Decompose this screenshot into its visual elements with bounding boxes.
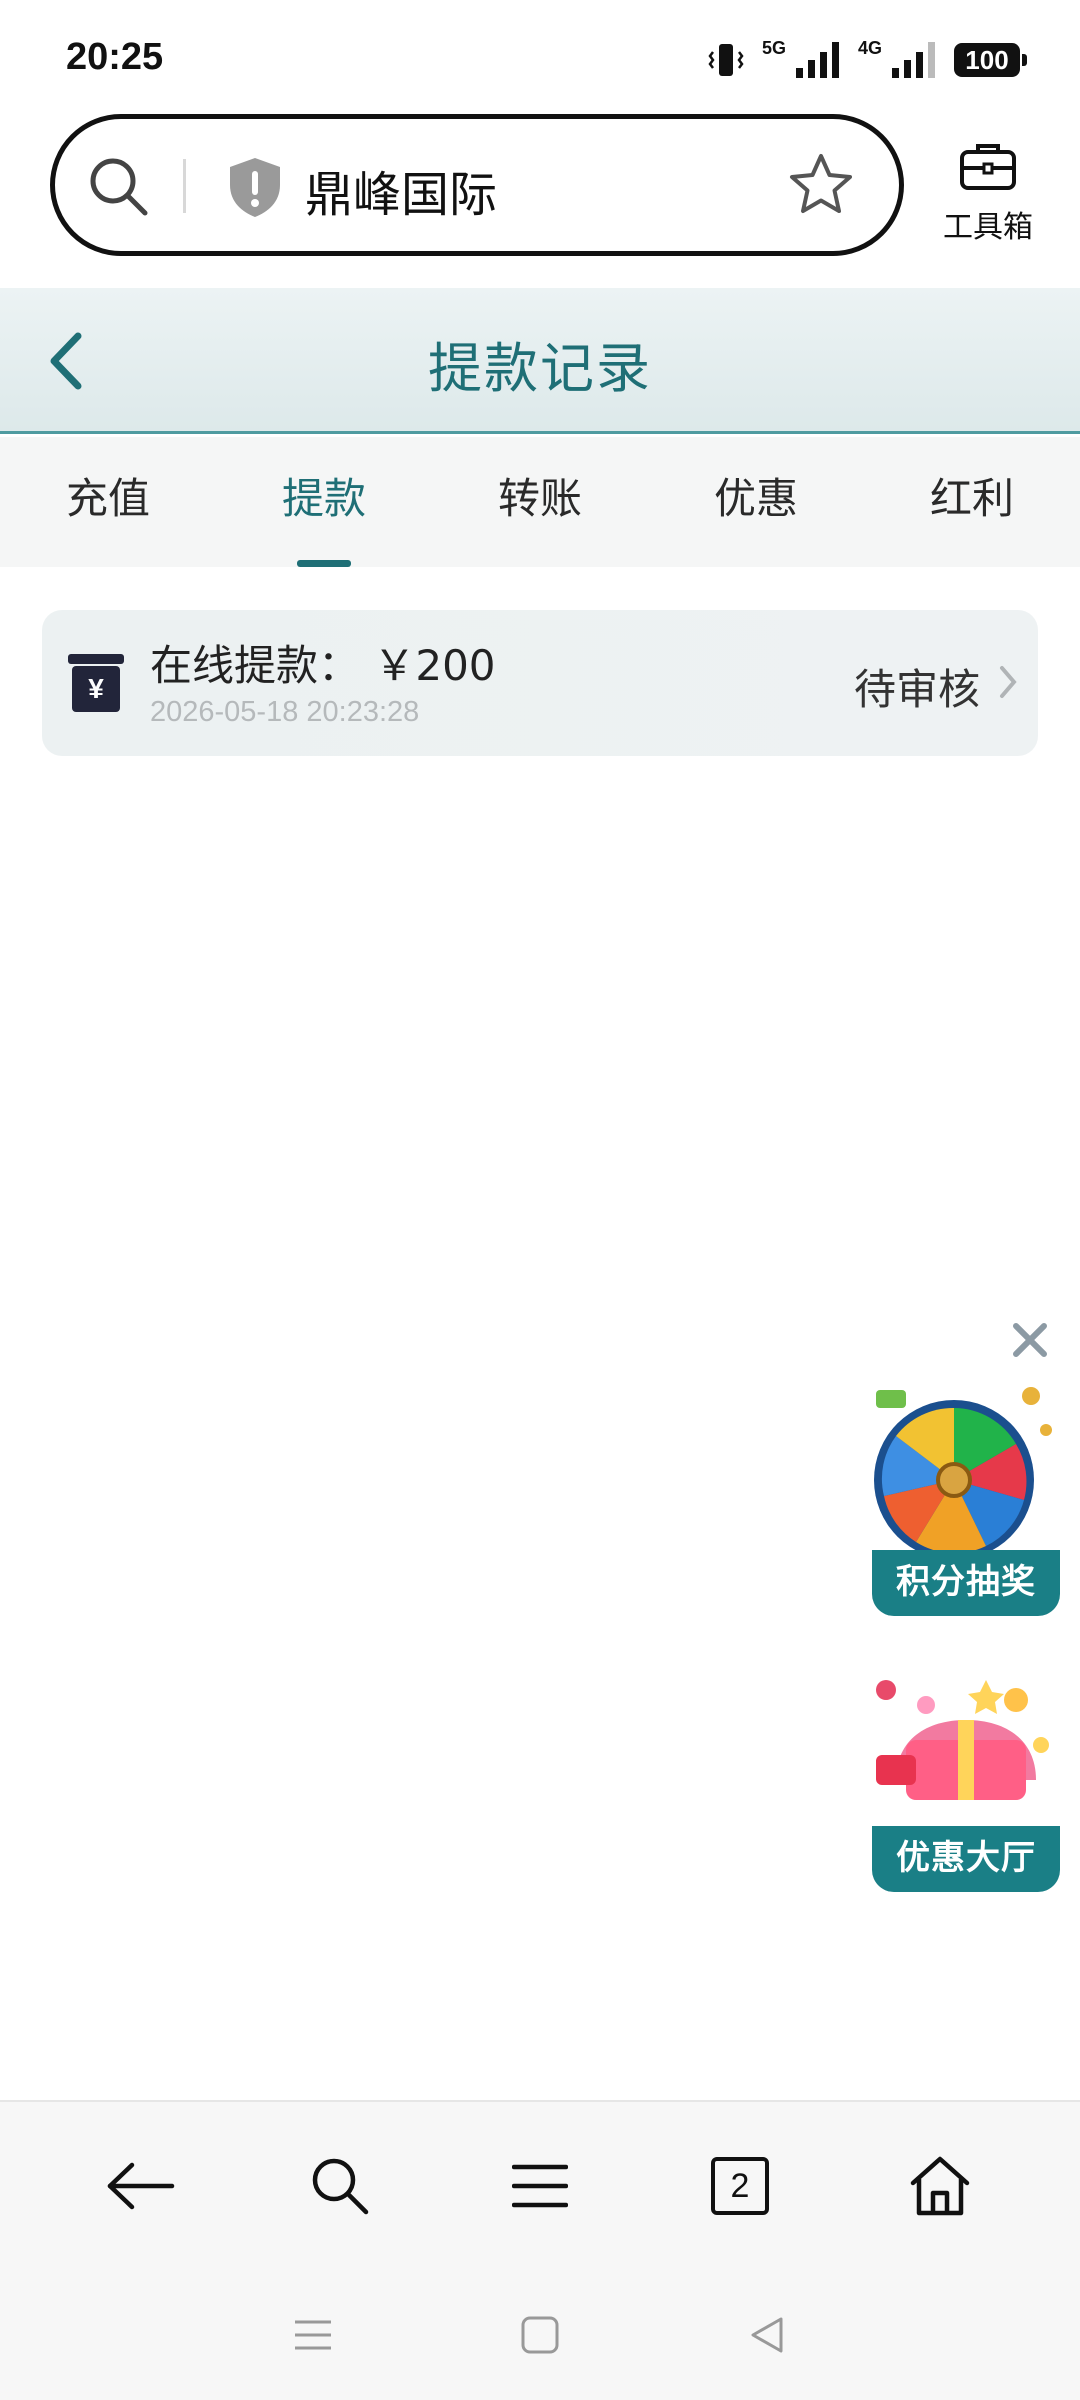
browser-bottom-nav: 2 [0, 2100, 1080, 2270]
network-5g-label: 5G [761, 37, 786, 58]
status-bar: 20:25 5G 4G 100 [0, 0, 1080, 110]
tab-transfer[interactable]: 转账 [432, 437, 648, 567]
withdraw-record-item[interactable]: ¥ 在线提款： ￥200 2026-05-18 20:23:28 待审核 [42, 610, 1038, 756]
record-title: 在线提款： ￥200 [150, 641, 496, 690]
home-square-icon[interactable] [520, 2315, 560, 2355]
status-time: 20:25 [66, 36, 164, 78]
signal-5g-icon [795, 42, 839, 78]
status-icons: 5G 4G 100 [706, 37, 1027, 80]
record-time: 2026-05-18 20:23:28 [150, 696, 420, 728]
nav-menu-button[interactable] [490, 2136, 590, 2236]
address-bar[interactable]: 鼎峰国际 [50, 114, 904, 256]
points-lottery-button[interactable]: 积分抽奖 [866, 1370, 1066, 1620]
network-4g-label: 4G [857, 37, 882, 58]
nav-back-button[interactable] [90, 2136, 190, 2236]
home-icon [910, 2156, 970, 2216]
search-icon[interactable] [87, 155, 151, 219]
signal-4g-icon [892, 42, 935, 78]
address-divider [183, 159, 186, 213]
points-lottery-label: 积分抽奖 [872, 1550, 1060, 1616]
nav-home-button[interactable] [890, 2136, 990, 2236]
address-text[interactable]: 鼎峰国际 [305, 155, 497, 225]
vibrate-icon [708, 44, 744, 76]
close-icon[interactable] [1008, 1318, 1052, 1362]
tab-bonus[interactable]: 红利 [864, 437, 1080, 567]
menu-icon [512, 2164, 568, 2208]
toolbox-button[interactable]: 工具箱 [936, 140, 1040, 246]
prize-wheel-icon [874, 1387, 1052, 1560]
nav-search-button[interactable] [290, 2136, 390, 2236]
nav-tabs-button[interactable]: 2 [690, 2136, 790, 2236]
tab-deposit[interactable]: 充值 [0, 437, 216, 567]
search-icon [312, 2158, 369, 2215]
gift-box-icon [876, 1680, 1049, 1800]
tab-promotion[interactable]: 优惠 [648, 437, 864, 567]
toolbox-label: 工具箱 [943, 210, 1033, 245]
tab-count-badge: 2 [711, 2157, 769, 2215]
bookmark-star-icon[interactable] [787, 151, 855, 219]
system-nav-bar [0, 2270, 1080, 2400]
record-tabs: 充值 提款 转账 优惠 红利 [0, 437, 1080, 567]
svg-text:¥: ¥ [88, 673, 104, 704]
tab-withdraw[interactable]: 提款 [216, 437, 432, 567]
promo-hall-label: 优惠大厅 [872, 1826, 1060, 1892]
chevron-right-icon [1000, 666, 1017, 698]
recents-menu-icon[interactable] [293, 2315, 333, 2355]
record-status: 待审核 [853, 665, 980, 714]
page-title: 提款记录 [428, 337, 652, 400]
shield-warning-icon[interactable] [225, 155, 285, 219]
arrow-left-icon [107, 2162, 175, 2210]
cashier-icon: ¥ [68, 654, 124, 712]
toolbox-icon [960, 144, 1016, 190]
page-header: 提款记录 [0, 288, 1080, 434]
battery-indicator: 100 [954, 43, 1027, 77]
promo-hall-button[interactable]: 优惠大厅 [866, 1660, 1066, 1896]
tab-active-indicator [297, 560, 351, 567]
back-triangle-icon[interactable] [747, 2315, 787, 2355]
